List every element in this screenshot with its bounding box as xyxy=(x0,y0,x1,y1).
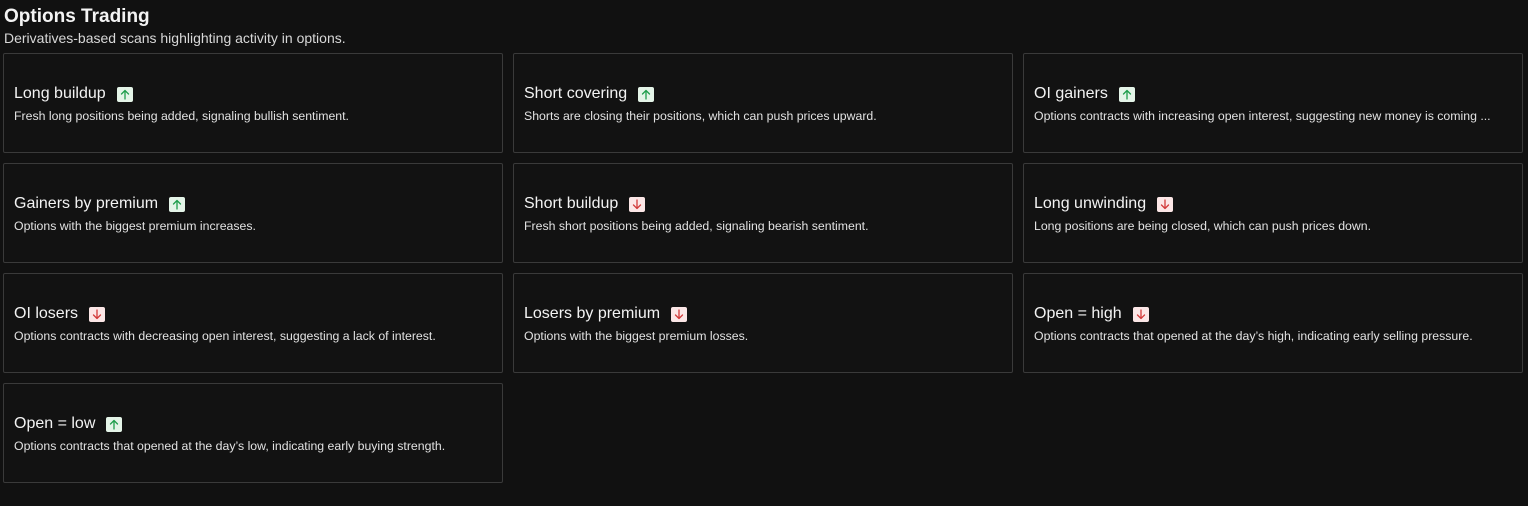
arrow-down-icon xyxy=(89,306,106,322)
card-title: Short buildup xyxy=(524,195,619,212)
card-title: Open = high xyxy=(1034,305,1122,322)
card-header: Gainers by premium xyxy=(14,192,492,216)
card-description: Options contracts with increasing open i… xyxy=(1034,109,1491,123)
card-header: Long unwinding xyxy=(1034,192,1512,216)
scan-card-oi-losers[interactable]: OI losers Options contracts with decreas… xyxy=(3,273,503,373)
card-description: Options contracts that opened at the day… xyxy=(14,439,446,453)
arrow-up-icon xyxy=(116,86,133,102)
arrow-down-icon xyxy=(629,196,646,212)
scan-card-long-unwinding[interactable]: Long unwinding Long positions are being … xyxy=(1023,163,1523,263)
section-subtitle: Derivatives-based scans highlighting act… xyxy=(4,30,346,46)
arrow-down-icon xyxy=(1157,196,1174,212)
card-title: Gainers by premium xyxy=(14,195,159,212)
card-header: Long buildup xyxy=(14,82,492,106)
scan-card-grid: Long buildup Fresh long positions being … xyxy=(3,53,1524,483)
card-title: Losers by premium xyxy=(524,305,661,322)
card-header: Losers by premium xyxy=(524,302,1002,326)
card-title: OI gainers xyxy=(1034,85,1108,102)
card-title: Short covering xyxy=(524,85,628,102)
card-description: Options contracts that opened at the day… xyxy=(1034,329,1473,343)
scan-card-short-covering[interactable]: Short covering Shorts are closing their … xyxy=(513,53,1013,153)
arrow-up-icon xyxy=(169,196,186,212)
arrow-up-icon xyxy=(638,86,655,102)
scan-card-long-buildup[interactable]: Long buildup Fresh long positions being … xyxy=(3,53,503,153)
options-trading-page: Options Trading Derivatives-based scans … xyxy=(0,0,1528,506)
scan-card-losers-by-premium[interactable]: Losers by premium Options with the bigge… xyxy=(513,273,1013,373)
card-header: Short buildup xyxy=(524,192,1002,216)
card-header: OI losers xyxy=(14,302,492,326)
card-description: Options with the biggest premium losses. xyxy=(524,329,749,343)
card-description: Options contracts with decreasing open i… xyxy=(14,329,436,343)
arrow-down-icon xyxy=(1132,306,1149,322)
card-description: Long positions are being closed, which c… xyxy=(1034,219,1372,233)
card-header: Open = high xyxy=(1034,302,1512,326)
card-description: Fresh short positions being added, signa… xyxy=(524,219,869,233)
section-title: Options Trading xyxy=(4,6,150,27)
card-header: OI gainers xyxy=(1034,82,1512,106)
card-description: Fresh long positions being added, signal… xyxy=(14,109,349,123)
scan-card-oi-gainers[interactable]: OI gainers Options contracts with increa… xyxy=(1023,53,1523,153)
scan-card-gainers-by-premium[interactable]: Gainers by premium Options with the bigg… xyxy=(3,163,503,263)
card-description: Shorts are closing their positions, whic… xyxy=(524,109,877,123)
card-title: Long unwinding xyxy=(1034,195,1147,212)
card-header: Open = low xyxy=(14,412,492,436)
scan-card-short-buildup[interactable]: Short buildup Fresh short positions bein… xyxy=(513,163,1013,263)
card-header: Short covering xyxy=(524,82,1002,106)
card-description: Options with the biggest premium increas… xyxy=(14,219,256,233)
arrow-up-icon xyxy=(106,416,123,432)
card-title: Open = low xyxy=(14,415,96,432)
arrow-up-icon xyxy=(1118,86,1135,102)
card-title: OI losers xyxy=(14,305,79,322)
arrow-down-icon xyxy=(671,306,688,322)
scan-card-open-equals-high[interactable]: Open = high Options contracts that opene… xyxy=(1023,273,1523,373)
card-title: Long buildup xyxy=(14,85,106,102)
scan-card-open-equals-low[interactable]: Open = low Options contracts that opened… xyxy=(3,383,503,483)
